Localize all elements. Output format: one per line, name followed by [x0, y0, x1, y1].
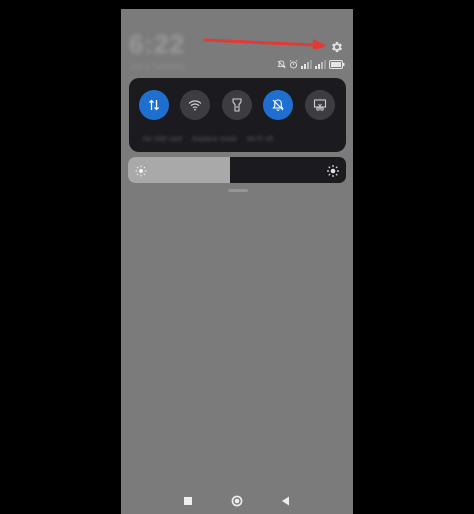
home-circle-icon — [231, 495, 243, 507]
annotation-arrow — [203, 38, 327, 49]
tile-screenshot[interactable] — [305, 90, 335, 120]
home-button[interactable] — [230, 494, 244, 508]
status-date: Jul 1 Tuesday — [130, 61, 186, 71]
blurred-label: Wi-Fi off — [247, 136, 273, 143]
settings-button[interactable] — [329, 39, 345, 55]
silent-status-icon — [277, 59, 286, 69]
silent-mode-icon — [272, 99, 284, 111]
recents-button[interactable] — [181, 494, 195, 508]
panel-drag-handle[interactable] — [228, 189, 248, 192]
brightness-high-icon — [327, 164, 339, 182]
quick-settings-panel: No SIM card Airplane mode Wi-Fi off — [129, 78, 346, 152]
battery-icon — [329, 59, 345, 69]
recents-square-icon — [184, 497, 192, 505]
navigation-bar — [121, 491, 353, 511]
brightness-low-icon — [135, 164, 147, 182]
signal-2-status-icon — [315, 59, 326, 69]
tile-wifi[interactable] — [180, 90, 210, 120]
back-triangle-icon — [281, 496, 289, 506]
brightness-slider[interactable] — [128, 157, 346, 183]
phone-screen: 6:22 Jul 1 Tuesday No SIM card Airplane … — [121, 9, 353, 514]
blurred-label: Airplane mode — [191, 136, 238, 143]
mobile-data-icon — [149, 99, 159, 111]
signal-status-icon — [301, 59, 312, 69]
wifi-icon — [188, 100, 202, 111]
alarm-status-icon — [289, 59, 298, 69]
screenshot-icon — [313, 99, 327, 111]
status-icons — [277, 59, 345, 69]
tile-flashlight[interactable] — [222, 90, 252, 120]
settings-gear-icon — [331, 41, 343, 53]
blurred-label: No SIM card — [143, 136, 182, 143]
panel-status-text: No SIM card Airplane mode Wi-Fi off — [143, 136, 273, 144]
status-clock: 6:22 — [129, 29, 186, 59]
tile-silent-mode[interactable] — [263, 90, 293, 120]
tile-mobile-data[interactable] — [139, 90, 169, 120]
back-button[interactable] — [278, 494, 292, 508]
flashlight-icon — [232, 98, 242, 112]
